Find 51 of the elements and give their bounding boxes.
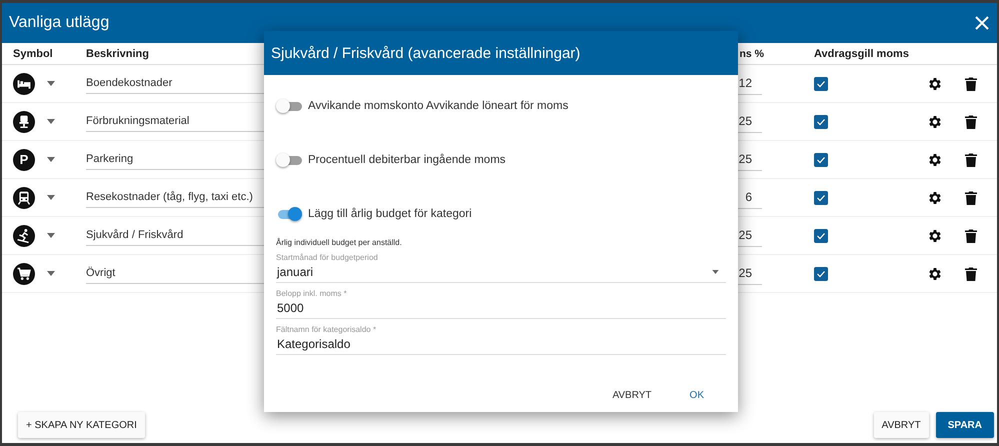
checkbox[interactable] (814, 114, 828, 128)
cancel-button[interactable]: AVBRYT (874, 412, 929, 438)
checkbox[interactable] (814, 228, 828, 242)
settings-icon[interactable] (927, 152, 943, 168)
column-header: Symbol (13, 48, 53, 60)
settings-icon[interactable] (927, 228, 943, 244)
toggle-switch[interactable] (276, 99, 302, 113)
settings-icon[interactable] (927, 76, 943, 92)
input-field[interactable]: Fältnamn för kategorisaldo * Kategorisaldo (276, 325, 726, 355)
settings-icon[interactable] (927, 266, 943, 282)
skier-icon (13, 224, 35, 246)
caret-icon[interactable] (47, 81, 55, 86)
checkbox[interactable] (814, 76, 828, 90)
input-field[interactable]: Belopp inkl. moms * 5000 (276, 289, 726, 319)
save-button[interactable]: SPARA (936, 412, 994, 438)
ok-button[interactable]: OK (674, 382, 720, 408)
checkbox[interactable] (814, 152, 828, 166)
caret-icon[interactable] (47, 119, 55, 124)
toggle-switch[interactable] (276, 207, 302, 221)
column-header: Avdragsgill moms (814, 48, 909, 60)
toggle-switch[interactable] (276, 153, 302, 167)
bed-icon (13, 72, 35, 94)
caret-icon (712, 270, 719, 274)
settings-icon[interactable] (927, 114, 943, 130)
delete-icon[interactable] (965, 152, 977, 166)
caret-icon[interactable] (47, 157, 55, 162)
column-header: Beskrivning (86, 48, 149, 60)
cart-icon (13, 262, 35, 284)
toggle-label: Avvikande momskonto Avvikande löneart för moms (308, 100, 568, 112)
checkbox[interactable] (814, 266, 828, 280)
caret-icon[interactable] (47, 271, 55, 276)
parking-icon: P (13, 148, 35, 170)
chair-icon (13, 110, 35, 132)
caret-icon[interactable] (47, 233, 55, 238)
new-category-button[interactable]: + SKAPA NY KATEGORI (18, 412, 145, 438)
window-title: Vanliga utlägg (9, 14, 110, 32)
delete-icon[interactable] (965, 266, 977, 280)
cancel-button[interactable]: AVBRYT (596, 382, 668, 408)
delete-icon[interactable] (965, 228, 977, 242)
checkbox[interactable] (814, 190, 828, 204)
delete-icon[interactable] (965, 76, 977, 90)
train-icon (13, 186, 35, 208)
toggle-label: Lägg till årlig budget för kategori (308, 208, 472, 220)
caret-icon[interactable] (47, 195, 55, 200)
settings-icon[interactable] (927, 190, 943, 206)
delete-icon[interactable] (965, 114, 977, 128)
dialog-title: Sjukvård / Friskvård (avancerade inställningar) (264, 31, 738, 75)
column-header: ns % (739, 48, 764, 60)
select-field[interactable]: Startmånad för budgetperiod januari (276, 253, 726, 283)
close-icon[interactable] (975, 16, 989, 30)
delete-icon[interactable] (965, 190, 977, 204)
